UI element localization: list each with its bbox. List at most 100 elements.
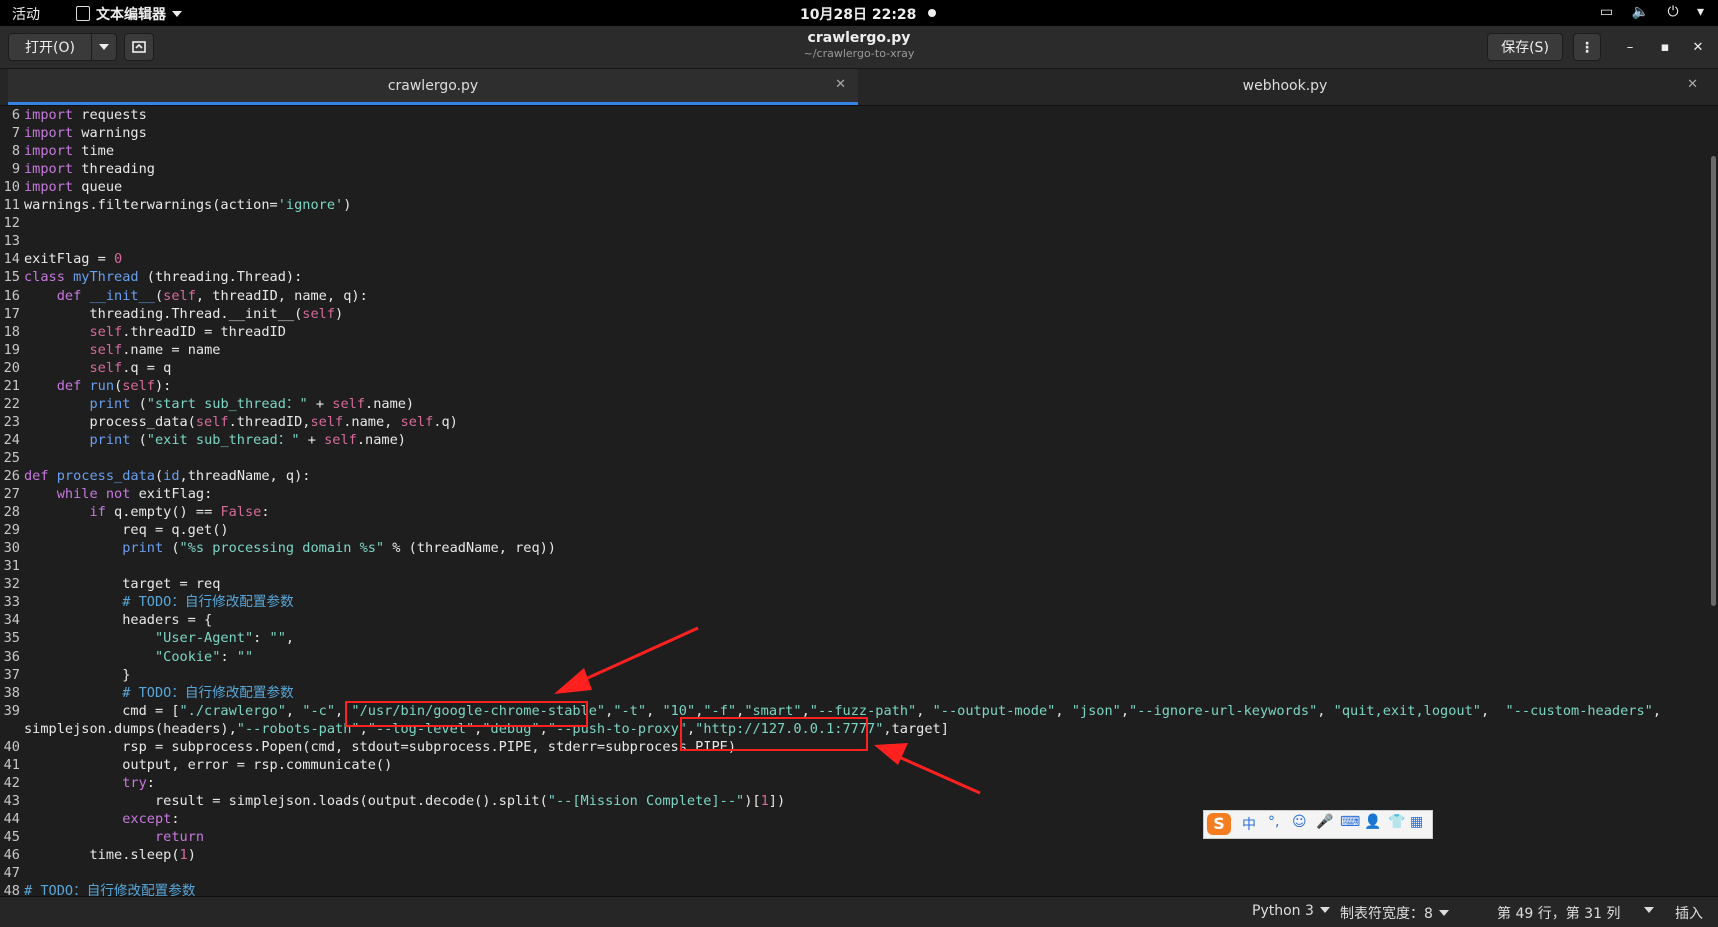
- close-icon[interactable]: ✕: [835, 77, 846, 92]
- code-line[interactable]: 28 if q.empty() == False:: [0, 503, 270, 521]
- code-text: "User-Agent": "",: [154, 630, 295, 647]
- tab-webhook[interactable]: webhook.py ✕: [860, 69, 1710, 105]
- line-number: 18: [3, 323, 20, 340]
- code-line[interactable]: 38 # TODO：自行修改配置参数: [0, 684, 294, 702]
- code-line[interactable]: 32 target = req: [0, 575, 221, 593]
- code-line[interactable]: 25: [0, 449, 24, 467]
- tab-crawlergo[interactable]: crawlergo.py ✕: [8, 69, 858, 105]
- code-line[interactable]: 35 "User-Agent": "",: [0, 629, 294, 647]
- code-line[interactable]: 26 def process_data(id,threadName, q):: [0, 467, 311, 485]
- chinese-mode-icon[interactable]: 中: [1242, 814, 1256, 834]
- highlight-box-proxy-url: [680, 717, 868, 751]
- highlight-box-chrome-path: [345, 701, 588, 727]
- code-line[interactable]: 9 import threading: [0, 160, 155, 178]
- code-line[interactable]: 29 req = q.get(): [0, 521, 229, 539]
- line-number: 11: [3, 197, 20, 214]
- insert-mode[interactable]: 插入: [1675, 903, 1703, 923]
- code-line[interactable]: 15 class myThread (threading.Thread):: [0, 268, 303, 286]
- code-line[interactable]: 10 import queue: [0, 178, 123, 196]
- code-line[interactable]: 33 # TODO：自行修改配置参数: [0, 593, 294, 611]
- hamburger-menu-button[interactable]: ⋮: [1573, 33, 1601, 61]
- code-line[interactable]: 36 "Cookie": "": [0, 648, 254, 666]
- line-number: 17: [3, 305, 20, 322]
- code-line[interactable]: 34 headers = {: [0, 611, 213, 629]
- sogou-logo-icon[interactable]: S: [1207, 813, 1231, 835]
- code-line[interactable]: 24 print ("exit sub_thread：" + self.name…: [0, 431, 406, 449]
- clock[interactable]: 10月28日 22:28: [800, 4, 916, 24]
- tab-width-selector[interactable]: 制表符宽度：8: [1340, 903, 1449, 923]
- code-line[interactable]: 43 result = simplejson.loads(output.deco…: [0, 792, 786, 810]
- close-window-button[interactable]: ✕: [1688, 40, 1708, 55]
- emoji-icon[interactable]: ☺: [1292, 814, 1307, 830]
- code-line[interactable]: 6 import requests: [0, 106, 147, 124]
- volume-icon[interactable]: 🔈: [1632, 4, 1649, 20]
- code-line[interactable]: 27 while not exitFlag:: [0, 485, 213, 503]
- code-line[interactable]: 19 self.name = name: [0, 341, 221, 359]
- code-line[interactable]: 20 self.q = q: [0, 359, 172, 377]
- code-text: rsp = subprocess.Popen(cmd, stdout=subpr…: [24, 738, 737, 755]
- system-tray[interactable]: ▭ 🔈 ⏻ ▾: [1586, 4, 1704, 20]
- toolbox-icon[interactable]: ▦: [1410, 814, 1423, 830]
- code-line[interactable]: 30 print ("%s processing domain %s" % (t…: [0, 539, 556, 557]
- punctuation-icon[interactable]: °,: [1268, 814, 1279, 830]
- line-number: 6: [11, 107, 20, 123]
- code-text: output, error = rsp.communicate(): [24, 756, 393, 773]
- code-text: import warnings: [24, 125, 147, 142]
- power-icon[interactable]: ⏻: [1667, 4, 1678, 20]
- code-line[interactable]: 31: [0, 557, 24, 575]
- code-line[interactable]: 23 process_data(self.threadID,self.name,…: [0, 413, 458, 431]
- close-icon[interactable]: ✕: [1687, 77, 1698, 92]
- code-line[interactable]: 12: [0, 214, 24, 232]
- line-number: 30: [3, 540, 20, 557]
- code-line[interactable]: 37 }: [0, 666, 131, 684]
- open-button[interactable]: 打开(O): [8, 33, 92, 61]
- code-line[interactable]: 11 warnings.filterwarnings(action='ignore…: [0, 196, 352, 214]
- code-line[interactable]: 44 except:: [0, 810, 180, 828]
- open-menu-button[interactable]: [91, 33, 117, 61]
- code-line[interactable]: 47: [0, 864, 24, 882]
- text-editor-icon: [76, 6, 90, 21]
- code-line[interactable]: 42 try:: [0, 774, 155, 792]
- cursor-position-menu[interactable]: [1638, 903, 1654, 919]
- code-line[interactable]: 8 import time: [0, 142, 114, 160]
- app-menu[interactable]: 文本编辑器: [76, 4, 182, 24]
- minimize-button[interactable]: –: [1620, 40, 1640, 55]
- language-selector[interactable]: Python 3: [1252, 903, 1330, 919]
- notification-dot-icon: [928, 9, 936, 17]
- vertical-scrollbar[interactable]: [1708, 106, 1718, 896]
- code-line[interactable]: 45 return: [0, 828, 204, 846]
- user-icon[interactable]: 👤: [1364, 814, 1381, 830]
- screen-icon[interactable]: ▭: [1600, 4, 1613, 20]
- code-text: try:: [122, 774, 155, 791]
- ime-toolbar[interactable]: S 中 °, ☺ 🎤 ⌨ 👤 👕 ▦: [1203, 810, 1433, 839]
- code-line[interactable]: 7 import warnings: [0, 124, 147, 142]
- code-text: while not exitFlag:: [56, 486, 213, 503]
- activities-button[interactable]: 活动: [12, 4, 40, 24]
- code-line[interactable]: 14 exitFlag = 0: [0, 250, 123, 268]
- code-line[interactable]: 22 print ("start sub_thread：" + self.nam…: [0, 395, 415, 413]
- new-document-button[interactable]: [124, 33, 154, 61]
- save-button[interactable]: 保存(S): [1487, 33, 1563, 61]
- code-line[interactable]: 46 time.sleep(1): [0, 846, 196, 864]
- skin-icon[interactable]: 👕: [1388, 814, 1405, 830]
- code-line[interactable]: 40 rsp = subprocess.Popen(cmd, stdout=su…: [0, 738, 736, 756]
- top-bar: 活动 文本编辑器 10月28日 22:28 ▭ 🔈 ⏻ ▾: [0, 0, 1718, 26]
- line-number: 21: [3, 377, 20, 394]
- code-line[interactable]: 16 def __init__(self, threadID, name, q)…: [0, 287, 368, 305]
- code-line[interactable]: 18 self.threadID = threadID: [0, 323, 286, 341]
- code-line[interactable]: 13: [0, 232, 24, 250]
- code-line[interactable]: 21 def run(self):: [0, 377, 172, 395]
- code-line[interactable]: 17 threading.Thread.__init__(self): [0, 305, 344, 323]
- code-editor[interactable]: 6 import requests 7 import warnings 8 import …: [0, 106, 1700, 896]
- code-line[interactable]: 48 # TODO：自行修改配置参数: [0, 882, 196, 896]
- chevron-down-icon[interactable]: ▾: [1697, 4, 1704, 20]
- scrollbar-thumb[interactable]: [1711, 156, 1716, 606]
- microphone-icon[interactable]: 🎤: [1316, 814, 1333, 830]
- code-line[interactable]: 41 output, error = rsp.communicate(): [0, 756, 393, 774]
- code-text: except:: [122, 810, 180, 827]
- keyboard-icon[interactable]: ⌨: [1340, 814, 1360, 830]
- maximize-button[interactable]: ▪: [1655, 40, 1675, 55]
- cursor-position[interactable]: 第 49 行，第 31 列: [1497, 903, 1620, 923]
- language-label: Python 3: [1252, 903, 1314, 919]
